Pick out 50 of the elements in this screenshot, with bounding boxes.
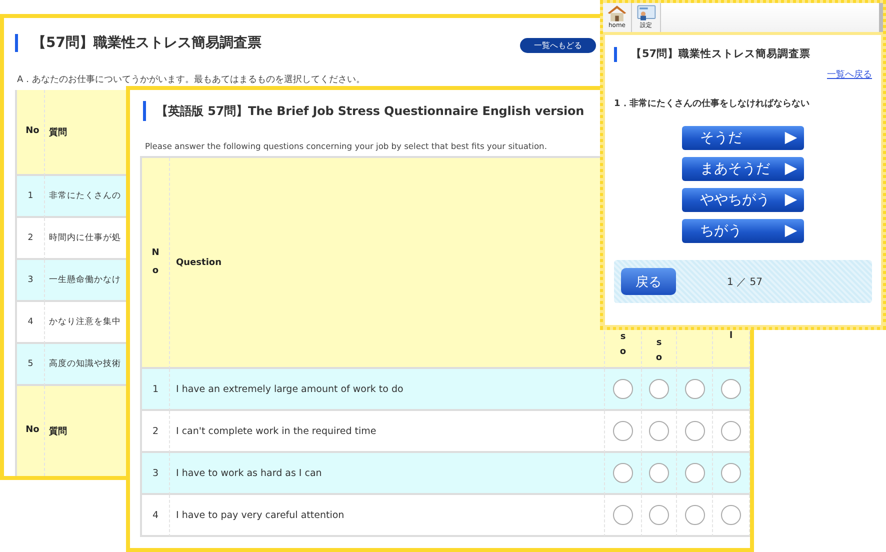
answer-button[interactable]: まあそうだ	[682, 157, 804, 181]
radio-button[interactable]	[721, 421, 741, 441]
radio-button[interactable]	[684, 463, 704, 483]
radio-button[interactable]	[613, 463, 633, 483]
table-cell: I can't complete work in the required time	[170, 411, 605, 453]
table-header: No	[142, 158, 170, 369]
table-cell: 5	[17, 344, 45, 386]
id-card-icon	[635, 4, 657, 22]
answer-button[interactable]: ややちがう	[682, 188, 804, 212]
radio-button[interactable]	[649, 463, 669, 483]
radio-button[interactable]	[721, 379, 741, 399]
triangle-arrow-icon	[784, 224, 798, 238]
instruction-text: Please answer the following questions concerning your job by select that best fits your situation.	[145, 141, 548, 151]
table-cell: I have to work as hard as I can	[170, 453, 605, 495]
back-button[interactable]: 戻る	[621, 268, 676, 295]
radio-button[interactable]	[684, 379, 704, 399]
table-cell: 4	[17, 302, 45, 344]
radio-button[interactable]	[684, 421, 704, 441]
table-header: No	[17, 386, 45, 476]
table-cell: I have to pay very careful attention	[170, 495, 605, 537]
radio-button[interactable]	[684, 505, 704, 525]
back-to-list-link[interactable]: 一覧へ戻る	[827, 68, 872, 81]
back-to-list-button[interactable]: 一覧へもどる	[520, 38, 596, 53]
house-icon	[606, 4, 628, 22]
radio-button[interactable]	[613, 421, 633, 441]
page-title: 【57問】職業性ストレス簡易調査票	[15, 34, 262, 52]
answer-button[interactable]: そうだ	[682, 126, 804, 150]
table-cell: 1	[17, 176, 45, 218]
radio-button[interactable]	[649, 379, 669, 399]
triangle-arrow-icon	[784, 193, 798, 207]
table-cell: 2	[17, 218, 45, 260]
triangle-arrow-icon	[784, 162, 798, 176]
radio-button[interactable]	[613, 379, 633, 399]
table-cell: 3	[142, 453, 170, 495]
radio-button[interactable]	[613, 505, 633, 525]
table-header: No	[17, 90, 45, 176]
table-cell: 1	[142, 369, 170, 411]
instruction-text: A．あなたのお仕事についてうかがいます。最もあてはまるものを選択してください。	[17, 74, 366, 86]
table-cell: 2	[142, 411, 170, 453]
page-title: 【57問】職業性ストレス簡易調査票	[614, 47, 872, 62]
radio-button[interactable]	[721, 505, 741, 525]
radio-button[interactable]	[649, 421, 669, 441]
radio-button[interactable]	[649, 505, 669, 525]
table-header: Question	[170, 158, 605, 369]
triangle-arrow-icon	[784, 131, 798, 145]
radio-button[interactable]	[721, 463, 741, 483]
table-cell: 4	[142, 495, 170, 537]
table-cell: I have an extremely large amount of work to do	[170, 369, 605, 411]
table-cell: 3	[17, 260, 45, 302]
answer-button[interactable]: ちがう	[682, 219, 804, 243]
